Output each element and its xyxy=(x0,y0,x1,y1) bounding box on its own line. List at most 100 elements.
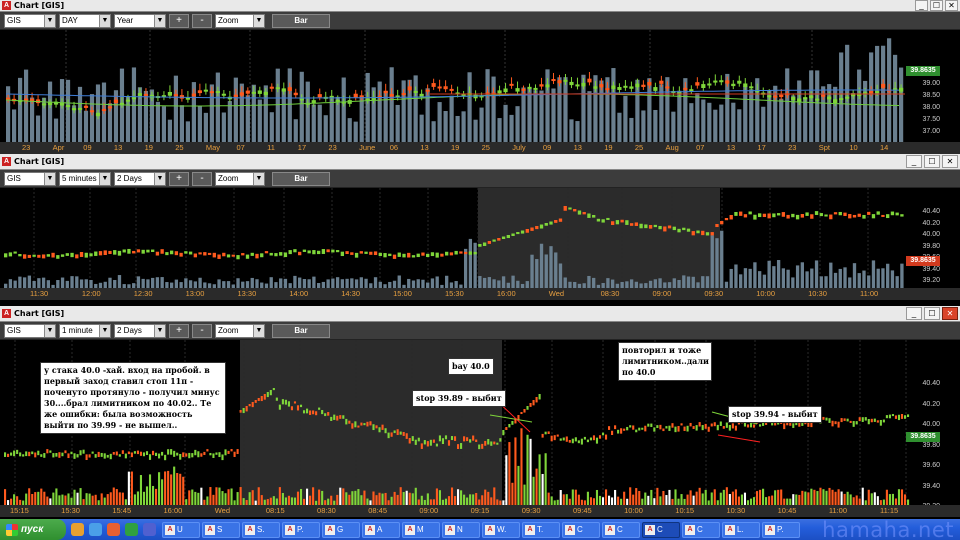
bar-type-button[interactable]: Bar xyxy=(272,13,330,28)
candle-body xyxy=(275,87,280,90)
maximize-button[interactable]: ☐ xyxy=(930,0,943,11)
taskbar-task-button[interactable]: A P. xyxy=(282,521,320,538)
volume-bar xyxy=(76,492,79,505)
symbol-select[interactable]: GIS ▼ xyxy=(4,13,56,28)
taskbar-task-button[interactable]: AN xyxy=(442,521,480,538)
minimize-button[interactable]: _ xyxy=(915,0,928,11)
volume-bar xyxy=(701,493,704,505)
bar-type-button[interactable]: Bar xyxy=(272,323,330,338)
volume-bar xyxy=(402,492,405,505)
volume-bar xyxy=(198,277,202,288)
volume-bar xyxy=(151,485,155,505)
window-titlebar[interactable]: A Chart [GIS] _ ☐ ✕ xyxy=(0,0,960,12)
task-label: C xyxy=(577,525,583,534)
candle-body xyxy=(142,452,146,457)
taskbar-task-button[interactable]: AC xyxy=(562,521,600,538)
taskbar-task-button[interactable]: A S. xyxy=(242,521,280,538)
volume-bar xyxy=(227,489,230,505)
volume-bar xyxy=(668,489,671,505)
candle-body xyxy=(413,90,418,93)
taskbar-task-button[interactable]: AS xyxy=(202,521,240,538)
volume-bar xyxy=(589,497,592,505)
window-titlebar[interactable]: A Chart [GIS] _ ☐ ✕ xyxy=(0,306,960,322)
candle-body xyxy=(776,213,781,216)
maximize-button[interactable]: ☐ xyxy=(924,155,940,168)
candle-body xyxy=(792,423,795,428)
symbol-select[interactable]: GIS ▼ xyxy=(4,171,56,186)
minimize-button[interactable]: _ xyxy=(906,307,922,320)
candle-body xyxy=(562,437,565,441)
taskbar-task-button[interactable]: A P. xyxy=(762,521,800,538)
candle-body xyxy=(130,452,133,458)
candle-body xyxy=(299,98,304,101)
zoom-select[interactable]: Zoom ▼ xyxy=(215,13,265,28)
start-button[interactable]: пуск xyxy=(0,519,66,540)
taskbar-task-button[interactable]: AC xyxy=(682,521,720,538)
quicklaunch-media-icon[interactable] xyxy=(107,523,120,536)
zoom-out-button[interactable]: - xyxy=(192,323,212,338)
taskbar-task-button[interactable]: AG xyxy=(322,521,360,538)
taskbar-task-button[interactable]: AC xyxy=(602,521,640,538)
candle-body xyxy=(497,238,501,241)
period-select[interactable]: 5 minutes ▼ xyxy=(59,171,111,186)
quicklaunch-chat-icon[interactable] xyxy=(125,523,138,536)
candle-body xyxy=(106,454,109,458)
zoom-in-button[interactable]: + xyxy=(169,171,189,186)
window-titlebar[interactable]: A Chart [GIS] _ ☐ ✕ xyxy=(0,154,960,170)
close-button[interactable]: ✕ xyxy=(945,0,958,11)
task-label: L. xyxy=(737,525,744,534)
taskbar-task-button[interactable]: AC xyxy=(642,521,680,538)
maximize-button[interactable]: ☐ xyxy=(924,307,940,320)
symbol-select[interactable]: GIS ▼ xyxy=(4,323,56,338)
volume-bar xyxy=(351,491,354,505)
candle-body xyxy=(401,93,406,96)
range-select[interactable]: 2 Days ▼ xyxy=(114,171,166,186)
taskbar-task-button[interactable]: A T. xyxy=(522,521,560,538)
range-select[interactable]: Year ▼ xyxy=(114,13,166,28)
close-button[interactable]: ✕ xyxy=(942,155,958,168)
taskbar-task-button[interactable]: AA xyxy=(362,521,400,538)
price-chart-daily[interactable]: 39.5039.0038.5038.0037.5037.00 39.8635 2… xyxy=(0,30,960,154)
volume-bar xyxy=(279,278,283,288)
zoom-out-button[interactable]: - xyxy=(192,13,212,28)
zoom-value: Zoom xyxy=(218,16,239,25)
price-chart-5min[interactable]: 40.4040.2040.0039.8039.6039.4039.20 39.8… xyxy=(0,188,960,302)
candle-body xyxy=(52,453,55,458)
zoom-select[interactable]: Zoom ▼ xyxy=(215,323,265,338)
volume-bar xyxy=(381,493,384,505)
candle-body xyxy=(592,215,596,218)
volume-bar xyxy=(396,494,399,505)
taskbar-task-button[interactable]: AU xyxy=(162,521,200,538)
taskbar-task-button[interactable]: AM xyxy=(402,521,440,538)
period-select[interactable]: 1 minute ▼ xyxy=(59,323,111,338)
candle-body xyxy=(107,106,113,109)
volume-bar xyxy=(145,486,149,505)
volume-bar xyxy=(692,495,695,505)
app-icon: A xyxy=(565,524,575,535)
range-select[interactable]: 2 Days ▼ xyxy=(114,323,166,338)
candle-body xyxy=(293,249,297,253)
candle-body xyxy=(260,253,264,258)
quicklaunch-browser-icon[interactable] xyxy=(89,523,102,536)
volume-bar xyxy=(569,119,574,142)
taskbar-task-button[interactable]: A W. xyxy=(482,521,520,538)
volume-bar xyxy=(831,489,834,505)
time-axis-label: 09:30 xyxy=(521,506,541,515)
price-chart-1min[interactable]: 40.4040.2040.0039.8039.6039.4039.20 39.8… xyxy=(0,340,960,519)
close-button[interactable]: ✕ xyxy=(942,307,958,320)
candle-body xyxy=(743,83,748,88)
quicklaunch-desktop-icon[interactable] xyxy=(143,523,156,536)
bar-type-button[interactable]: Bar xyxy=(272,171,330,186)
zoom-out-button[interactable]: - xyxy=(192,171,212,186)
zoom-select[interactable]: Zoom ▼ xyxy=(215,171,265,186)
period-select[interactable]: DAY ▼ xyxy=(59,13,111,28)
zoom-in-button[interactable]: + xyxy=(169,323,189,338)
taskbar-task-button[interactable]: A L. xyxy=(722,521,760,538)
candle-body xyxy=(85,454,88,461)
volume-bar xyxy=(4,489,7,505)
zoom-in-button[interactable]: + xyxy=(169,13,189,28)
minimize-button[interactable]: _ xyxy=(906,155,922,168)
quicklaunch-app-icon[interactable] xyxy=(71,523,84,536)
candle-body xyxy=(302,410,306,414)
candle-body xyxy=(449,88,454,91)
